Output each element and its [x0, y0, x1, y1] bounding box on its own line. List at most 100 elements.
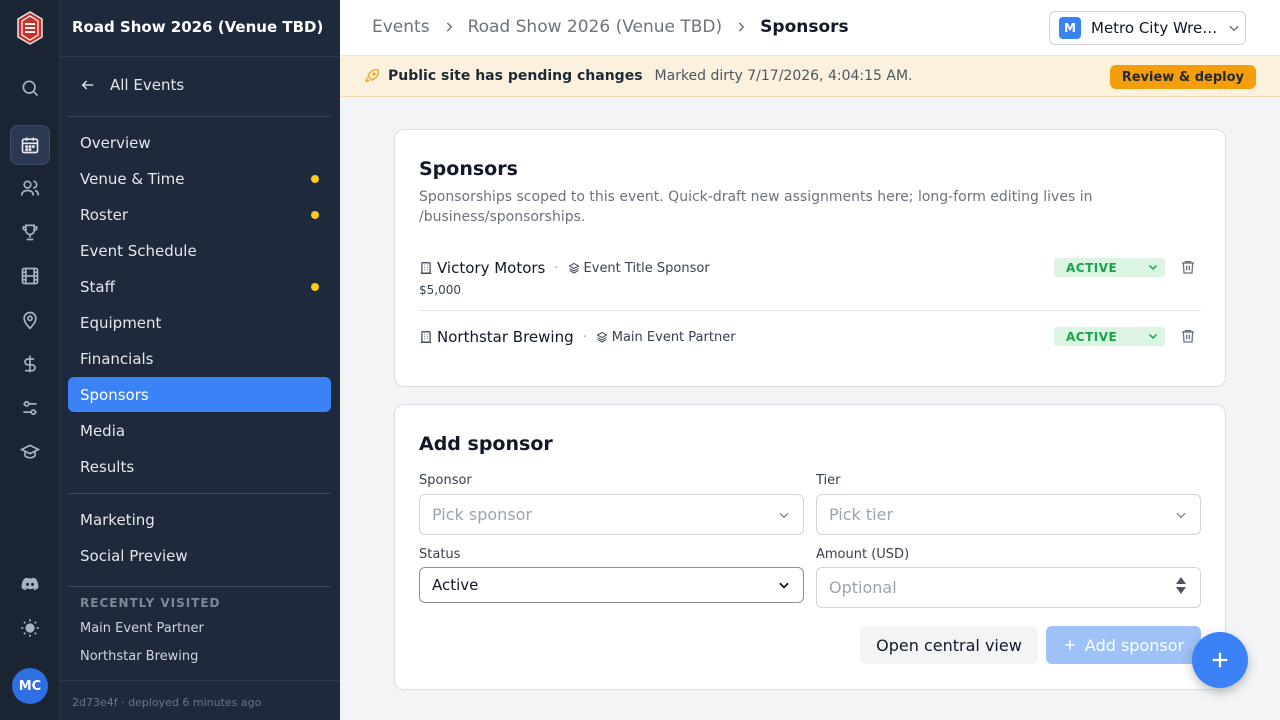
avatar[interactable]: MC [12, 668, 48, 704]
amount-field-label: Amount (USD) [816, 547, 910, 562]
org-badge: M [1059, 17, 1081, 39]
sidebar-item-overview[interactable]: Overview [68, 125, 331, 160]
users-icon[interactable] [10, 168, 50, 208]
separator: · [554, 260, 559, 276]
sidebar-item-label: Results [80, 457, 135, 476]
sponsor-name[interactable]: Northstar Brewing [437, 328, 574, 346]
sponsor-tier: Event Title Sponsor [583, 260, 710, 276]
plus-icon [1063, 638, 1077, 652]
recently-visited-heading: RECENTLY VISITED [80, 596, 221, 610]
sun-icon[interactable] [10, 608, 50, 648]
sponsor-name[interactable]: Victory Motors [437, 259, 545, 277]
all-events-label: All Events [110, 76, 185, 94]
sponsor-picker[interactable]: Pick sponsor [419, 494, 804, 535]
status-select[interactable]: Active [419, 567, 804, 603]
status-field-label: Status [419, 547, 461, 562]
status-select[interactable]: ACTIVE [1054, 258, 1165, 277]
divider [68, 116, 331, 117]
org-switcher[interactable]: M Metro City Wrestling [1049, 11, 1246, 45]
sidebar-item-results[interactable]: Results [68, 449, 331, 484]
banner-timestamp: Marked dirty 7/17/2026, 4:04:15 AM. [654, 68, 913, 84]
tier-placeholder: Pick tier [829, 505, 894, 524]
status-value: ACTIVE [1066, 260, 1118, 275]
plus-icon [1209, 649, 1231, 671]
chevron-down-icon [777, 508, 791, 522]
open-central-view-button[interactable]: Open central view [860, 626, 1038, 664]
org-name: Metro City Wrestling [1091, 19, 1219, 37]
sidebar-item-label: Overview [80, 133, 151, 152]
film-icon[interactable] [10, 256, 50, 296]
divider [68, 586, 331, 587]
add-sponsor-card: Add sponsor Sponsor Pick sponsor Tier Pi… [394, 404, 1226, 690]
building-icon [419, 261, 433, 275]
sidebar-item-label: Roster [80, 205, 129, 224]
breadcrumb-events[interactable]: Events [372, 17, 430, 37]
sidebar-item-label: Media [80, 421, 126, 440]
top-bar: Events Road Show 2026 (Venue TBD) Sponso… [340, 0, 1280, 56]
sidebar-item-staff[interactable]: Staff [68, 269, 331, 304]
sponsors-description: Sponsorships scoped to this event. Quick… [419, 189, 1093, 225]
chevron-down-icon [1147, 330, 1159, 342]
add-sponsor-button[interactable]: Add sponsor [1046, 626, 1201, 664]
sponsor-amount: $5,000 [419, 283, 461, 297]
sidebar-item-venue-time[interactable]: Venue & Time [68, 161, 331, 196]
fab-add-button[interactable] [1192, 632, 1248, 688]
sidebar-item-sponsors[interactable]: Sponsors [68, 377, 331, 412]
sidebar-item-social-preview[interactable]: Social Preview [68, 538, 331, 573]
rocket-icon [364, 68, 380, 84]
search-icon[interactable] [10, 68, 50, 108]
chevron-right-icon [734, 20, 748, 34]
sidebar-item-event-schedule[interactable]: Event Schedule [68, 233, 331, 268]
event-title: Road Show 2026 (Venue TBD) [72, 18, 324, 36]
sidebar-item-marketing[interactable]: Marketing [68, 502, 331, 537]
breadcrumb-event[interactable]: Road Show 2026 (Venue TBD) [468, 17, 723, 37]
tier-field-label: Tier [816, 473, 841, 488]
banner-message: Public site has pending changes [388, 68, 643, 84]
all-events-link[interactable]: All Events [80, 76, 184, 94]
amount-input[interactable]: Optional [816, 567, 1201, 608]
breadcrumb: Events Road Show 2026 (Venue TBD) Sponso… [372, 17, 849, 37]
sponsors-card: Sponsors Sponsorships scoped to this eve… [394, 129, 1226, 387]
recent-link[interactable]: Main Event Partner [80, 621, 204, 636]
divider [419, 310, 1201, 311]
sidebar-item-label: Social Preview [80, 546, 188, 565]
calendar-icon[interactable] [10, 125, 50, 165]
sidebar-item-equipment[interactable]: Equipment [68, 305, 331, 340]
recent-link[interactable]: Northstar Brewing [80, 649, 198, 664]
arrow-left-icon [80, 77, 96, 93]
status-value: ACTIVE [1066, 329, 1118, 344]
build-info: 2d73e4f · deployed 6 minutes ago [60, 680, 340, 720]
number-stepper-icon[interactable] [1176, 577, 1186, 594]
sponsor-placeholder: Pick sponsor [432, 505, 533, 524]
layers-icon [596, 331, 608, 343]
sidebar-item-label: Marketing [80, 510, 155, 529]
icon-rail: MC [0, 0, 60, 720]
sidebar-item-roster[interactable]: Roster [68, 197, 331, 232]
sponsor-tier: Main Event Partner [611, 329, 736, 345]
tier-picker[interactable]: Pick tier [816, 494, 1201, 535]
sidebar-item-financials[interactable]: Financials [68, 341, 331, 376]
add-sponsor-label: Add sponsor [1084, 635, 1185, 655]
unsaved-dot [311, 211, 319, 219]
breadcrumb-current: Sponsors [760, 17, 849, 37]
discord-icon[interactable] [10, 564, 50, 604]
dollar-icon[interactable] [10, 344, 50, 384]
status-select[interactable]: ACTIVE [1054, 327, 1165, 346]
chevron-down-icon [777, 578, 791, 592]
chevron-down-icon [1174, 508, 1188, 522]
sidebar-item-label: Venue & Time [80, 169, 185, 188]
add-sponsor-title: Add sponsor [419, 433, 553, 455]
unsaved-dot [311, 175, 319, 183]
logo-icon[interactable] [16, 11, 44, 45]
sidebar-item-label: Equipment [80, 313, 162, 332]
trash-icon[interactable] [1180, 328, 1196, 344]
map-pin-icon[interactable] [10, 300, 50, 340]
graduation-cap-icon[interactable] [10, 432, 50, 472]
trophy-icon[interactable] [10, 212, 50, 252]
sponsors-title: Sponsors [419, 158, 518, 180]
building-icon [419, 330, 433, 344]
sliders-icon[interactable] [10, 388, 50, 428]
review-deploy-button[interactable]: Review & deploy [1109, 65, 1256, 89]
sidebar-item-media[interactable]: Media [68, 413, 331, 448]
trash-icon[interactable] [1180, 259, 1196, 275]
